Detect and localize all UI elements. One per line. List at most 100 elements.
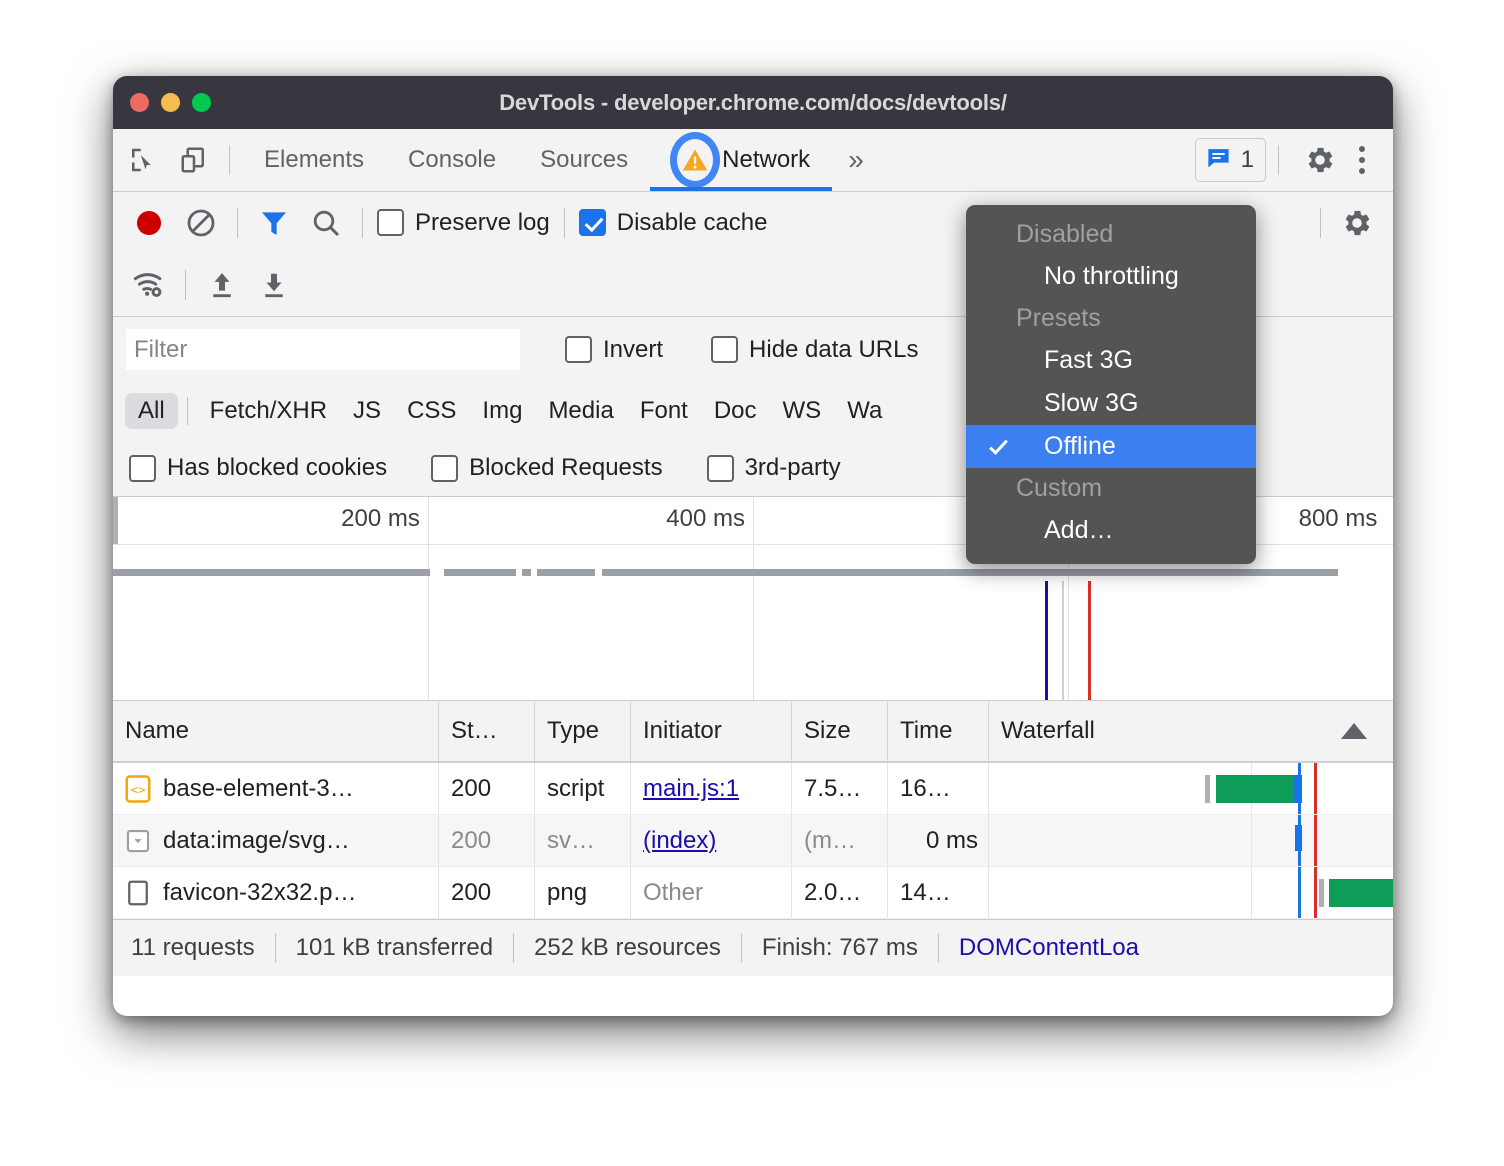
gear-icon[interactable] [1297,137,1343,183]
cell-status: 200 [439,763,535,814]
type-filter-js[interactable]: JS [340,393,394,429]
more-vertical-icon[interactable] [1343,146,1381,174]
throttling-dropdown-menu[interactable]: Disabled No throttling Presets Fast 3G S… [966,205,1256,564]
status-divider [275,933,276,963]
third-party-label: 3rd-party [745,454,841,482]
type-filter-doc[interactable]: Doc [701,393,770,429]
column-header-name[interactable]: Name [113,701,439,761]
blocked-requests-box [431,455,458,482]
toolbar-divider [1320,208,1321,238]
message-bubble-icon [1205,144,1232,176]
overview-request-band [113,569,430,576]
minimize-window-button[interactable] [161,93,180,112]
toolbar-divider [564,208,565,238]
disable-cache-checkbox[interactable]: Disable cache [575,209,772,237]
tab-elements-label: Elements [264,146,364,174]
status-transferred: 101 kB transferred [296,934,493,962]
has-blocked-cookies-checkbox[interactable]: Has blocked cookies [125,454,391,482]
funnel-filter-icon[interactable] [248,199,300,247]
third-party-checkbox[interactable]: 3rd-party [703,454,845,482]
gear-icon[interactable] [1331,199,1383,247]
toolbar-divider [237,208,238,238]
panel-tabs: Elements Console Sources [242,129,877,191]
preserve-log-checkbox[interactable]: Preserve log [373,209,554,237]
table-header-row: Name St… Type Initiator Size Time Waterf… [113,701,1393,763]
disable-cache-label: Disable cache [617,209,768,237]
tab-console[interactable]: Console [386,129,518,191]
cell-initiator-link[interactable]: (index) [643,827,716,855]
wifi-settings-icon[interactable] [123,261,175,309]
overview-dcl-marker [1045,581,1048,700]
status-requests: 11 requests [131,934,255,962]
png-file-icon [125,878,151,908]
menu-item-fast-3g[interactable]: Fast 3G [966,339,1256,382]
overview-left-handle[interactable] [113,497,118,544]
table-row[interactable]: favicon-32x32.p… 200 png Other 2.0… 14… [113,867,1393,919]
column-header-type[interactable]: Type [535,701,631,761]
cell-type: png [535,867,631,918]
device-toolbar-icon[interactable] [171,137,217,183]
search-magnifier-icon[interactable] [300,199,352,247]
column-header-waterfall[interactable]: Waterfall [989,701,1393,761]
tab-network[interactable]: Network [650,129,832,191]
upload-har-icon[interactable] [196,261,248,309]
maximize-window-button[interactable] [192,93,211,112]
image-file-icon [125,826,151,856]
menu-item-slow-3g[interactable]: Slow 3G [966,382,1256,425]
tab-sources[interactable]: Sources [518,129,650,191]
invert-box [565,336,592,363]
download-har-icon[interactable] [248,261,300,309]
cell-initiator[interactable]: (index) [631,815,792,866]
overview-request-band [537,569,595,576]
type-filter-all[interactable]: All [125,393,178,429]
column-header-time[interactable]: Time [888,701,989,761]
type-filter-css[interactable]: CSS [394,393,469,429]
cell-name-text: base-element-3… [163,775,354,803]
status-divider [513,933,514,963]
cell-initiator-link[interactable]: main.js:1 [643,775,739,803]
status-divider [938,933,939,963]
menu-item-offline[interactable]: Offline [966,425,1256,468]
blocked-requests-checkbox[interactable]: Blocked Requests [427,454,666,482]
column-header-initiator[interactable]: Initiator [631,701,792,761]
menu-item-add[interactable]: Add… [966,509,1256,552]
cell-size: 7.5… [792,763,888,814]
table-row[interactable]: <> base-element-3… 200 script main.js:1 … [113,763,1393,815]
hide-data-urls-checkbox[interactable]: Hide data URLs [707,336,922,364]
invert-checkbox[interactable]: Invert [561,336,667,364]
table-row[interactable]: data:image/svg… 200 sv… (index) (m… 0 ms [113,815,1393,867]
type-filter-media[interactable]: Media [535,393,626,429]
tab-sources-label: Sources [540,146,628,174]
type-filter-font[interactable]: Font [627,393,701,429]
inspect-element-icon[interactable] [119,137,165,183]
record-circle-icon[interactable] [123,199,175,247]
close-window-button[interactable] [130,93,149,112]
menu-item-offline-label: Offline [1044,432,1116,460]
cell-status: 200 [439,815,535,866]
column-header-size[interactable]: Size [792,701,888,761]
menu-item-no-throttling[interactable]: No throttling [966,255,1256,298]
preserve-log-box [377,209,404,236]
overview-first-paint-marker [1062,581,1064,700]
type-filter-fetch-xhr[interactable]: Fetch/XHR [197,393,340,429]
clear-prohibited-icon[interactable] [175,199,227,247]
type-filter-img[interactable]: Img [469,393,535,429]
type-filter-wasm[interactable]: Wa [834,393,895,429]
cell-name: favicon-32x32.p… [113,867,439,918]
overview-tick-200ms: 200 ms [341,505,428,533]
type-filter-ws[interactable]: WS [770,393,835,429]
network-requests-table: Name St… Type Initiator Size Time Waterf… [113,701,1393,919]
cell-time: 0 ms [888,815,989,866]
cell-initiator[interactable]: main.js:1 [631,763,792,814]
window-titlebar: DevTools - developer.chrome.com/docs/dev… [113,76,1393,129]
console-messages-button[interactable]: 1 [1195,138,1266,182]
devtools-tabstrip: Elements Console Sources [113,129,1393,192]
filter-input[interactable]: Filter [125,328,521,371]
more-tabs-button[interactable]: » [832,144,877,176]
status-dom-content-loaded: DOMContentLoa [959,934,1139,962]
console-messages-count: 1 [1241,146,1254,174]
sort-ascending-arrow[interactable] [1341,723,1367,739]
tab-elements[interactable]: Elements [242,129,386,191]
column-header-status[interactable]: St… [439,701,535,761]
type-filter-divider [187,397,188,425]
